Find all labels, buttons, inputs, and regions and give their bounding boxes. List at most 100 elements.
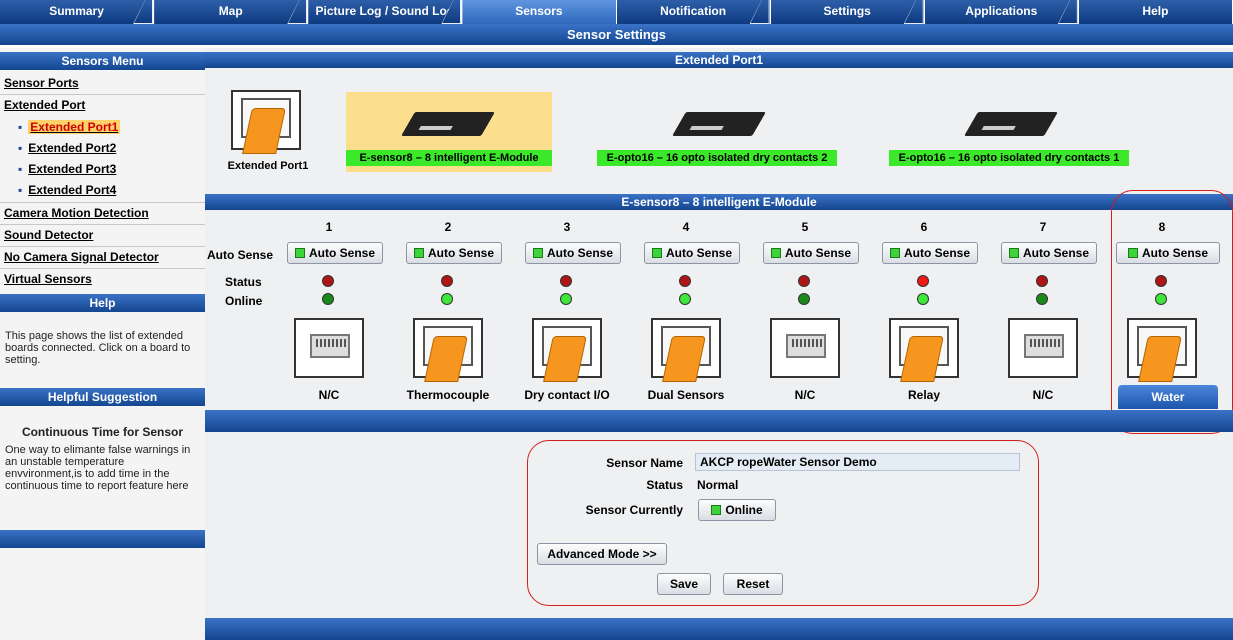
device-icon xyxy=(401,112,495,136)
module-eopto16-1[interactable]: E-opto16 – 16 opto isolated dry contacts… xyxy=(889,92,1129,172)
port-name-label: Dry contact I/O xyxy=(524,388,610,402)
divider xyxy=(0,94,205,95)
sidebar-item-sound-detector[interactable]: Sound Detector xyxy=(4,228,93,242)
sensor-port-icon[interactable] xyxy=(770,318,840,378)
port-name-label: Relay xyxy=(907,388,941,402)
status-value: Normal xyxy=(697,478,739,492)
divider xyxy=(0,224,205,225)
auto-sense-button[interactable]: Auto Sense xyxy=(406,242,502,264)
port-number: 7 xyxy=(1039,220,1047,234)
online-led xyxy=(679,293,691,305)
bullet-icon: ▪ xyxy=(18,120,23,134)
tab-sensors[interactable]: Sensors xyxy=(462,0,617,24)
reset-button[interactable]: Reset xyxy=(723,573,783,595)
port-number: 3 xyxy=(563,220,571,234)
tab-divider xyxy=(288,0,307,23)
sidebar-item-virtual-sensors[interactable]: Virtual Sensors xyxy=(4,272,92,286)
tab-settings[interactable]: Settings xyxy=(770,0,925,24)
auto-sense-label: Auto Sense xyxy=(784,246,851,260)
auto-sense-button[interactable]: Auto Sense xyxy=(1001,242,1097,264)
empty-jack-icon xyxy=(1024,334,1064,358)
tab-picture-log[interactable]: Picture Log / Sound Log xyxy=(308,0,463,24)
tab-applications[interactable]: Applications xyxy=(924,0,1079,24)
green-square-icon xyxy=(1008,248,1019,258)
status-label: Status xyxy=(646,478,683,492)
tab-divider xyxy=(904,0,923,23)
auto-sense-button[interactable]: Auto Sense xyxy=(882,242,978,264)
bullet-icon: ▪ xyxy=(18,162,23,176)
auto-sense-label: Auto Sense xyxy=(427,246,494,260)
sensor-port-icon[interactable] xyxy=(1008,318,1078,378)
sidebar-item-extended-port2[interactable]: ▪ Extended Port2 xyxy=(18,141,116,155)
sensor-name-field[interactable]: AKCP ropeWater Sensor Demo xyxy=(695,453,1020,471)
sidebar-item-extended-port3[interactable]: ▪ Extended Port3 xyxy=(18,162,116,176)
sidebar-item-extended-port1[interactable]: ▪ Extended Port1 xyxy=(18,120,121,134)
tab-summary[interactable]: Summary xyxy=(0,0,155,24)
advanced-mode-button[interactable]: Advanced Mode >> xyxy=(537,543,667,565)
bullet-icon: ▪ xyxy=(18,183,23,197)
online-led xyxy=(798,293,810,305)
tab-label: Map xyxy=(218,4,243,18)
status-led xyxy=(679,275,691,287)
module-label: E-sensor8 – 8 intelligent E-Module xyxy=(346,150,552,166)
suggestion-header: Helpful Suggestion xyxy=(0,388,205,406)
port-number: 6 xyxy=(920,220,928,234)
sensor-port-icon[interactable] xyxy=(413,318,483,382)
port-number: 2 xyxy=(444,220,452,234)
save-button[interactable]: Save xyxy=(657,573,711,595)
sensor-port-icon[interactable] xyxy=(889,318,959,382)
grid-footer-bar xyxy=(205,410,1233,432)
green-square-icon xyxy=(413,248,424,258)
port-number: 5 xyxy=(801,220,809,234)
sensor-port-icon[interactable] xyxy=(294,318,364,378)
selected-port-highlight xyxy=(1111,190,1233,434)
online-led xyxy=(1036,293,1048,305)
tab-help[interactable]: Help xyxy=(1078,0,1233,24)
bottom-bar xyxy=(205,618,1233,640)
online-led xyxy=(441,293,453,305)
sidebar-item-label: Extended Port3 xyxy=(28,162,117,176)
sidebar-item-no-camera-signal[interactable]: No Camera Signal Detector xyxy=(4,250,159,264)
bullet-icon: ▪ xyxy=(18,141,23,155)
tab-label: Notification xyxy=(660,4,727,18)
auto-sense-button[interactable]: Auto Sense xyxy=(525,242,621,264)
sidebar-item-extended-port[interactable]: Extended Port xyxy=(4,98,85,112)
help-text: This page shows the list of extended boa… xyxy=(5,330,191,366)
tab-label: Help xyxy=(1142,4,1169,18)
online-status-button[interactable]: Online xyxy=(698,499,776,521)
auto-sense-button[interactable]: Auto Sense xyxy=(644,242,740,264)
auto-sense-button[interactable]: Auto Sense xyxy=(763,242,859,264)
module-grid-header: E-sensor8 – 8 intelligent E-Module xyxy=(205,194,1233,210)
module-esensor8[interactable]: E-sensor8 – 8 intelligent E-Module xyxy=(346,92,552,172)
port-number: 1 xyxy=(325,220,333,234)
suggestion-title: Continuous Time for Sensor xyxy=(21,425,184,439)
tab-divider xyxy=(134,0,153,23)
port-name-label: Dual Sensors xyxy=(647,388,725,402)
status-led xyxy=(1036,275,1048,287)
online-led xyxy=(917,293,929,305)
online-led xyxy=(322,293,334,305)
extended-port-header: Extended Port1 xyxy=(205,52,1233,68)
sidebar-item-extended-port4[interactable]: ▪ Extended Port4 xyxy=(18,183,116,197)
sidebar-item-sensor-ports[interactable]: Sensor Ports xyxy=(4,76,79,90)
page-title: Sensor Settings xyxy=(0,24,1233,45)
extended-port-icon[interactable] xyxy=(231,90,301,154)
tab-notification[interactable]: Notification xyxy=(616,0,771,24)
tab-map[interactable]: Map xyxy=(154,0,309,24)
help-header: Help xyxy=(0,294,205,312)
online-row-label: Online xyxy=(225,294,263,308)
tab-label: Settings xyxy=(823,4,871,18)
port-name-label: Thermocouple xyxy=(406,388,490,402)
tab-divider xyxy=(750,0,769,23)
port-name-label: N/C xyxy=(318,388,340,402)
auto-sense-button[interactable]: Auto Sense xyxy=(287,242,383,264)
green-square-icon xyxy=(711,505,722,515)
empty-jack-icon xyxy=(786,334,826,358)
module-eopto16-2[interactable]: E-opto16 – 16 opto isolated dry contacts… xyxy=(597,92,837,172)
status-led xyxy=(798,275,810,287)
sensors-menu-header: Sensors Menu xyxy=(0,52,205,70)
sensor-port-icon[interactable] xyxy=(651,318,721,382)
sensor-port-icon[interactable] xyxy=(532,318,602,382)
sidebar-item-camera-motion[interactable]: Camera Motion Detection xyxy=(4,206,149,220)
green-square-icon xyxy=(889,248,900,258)
